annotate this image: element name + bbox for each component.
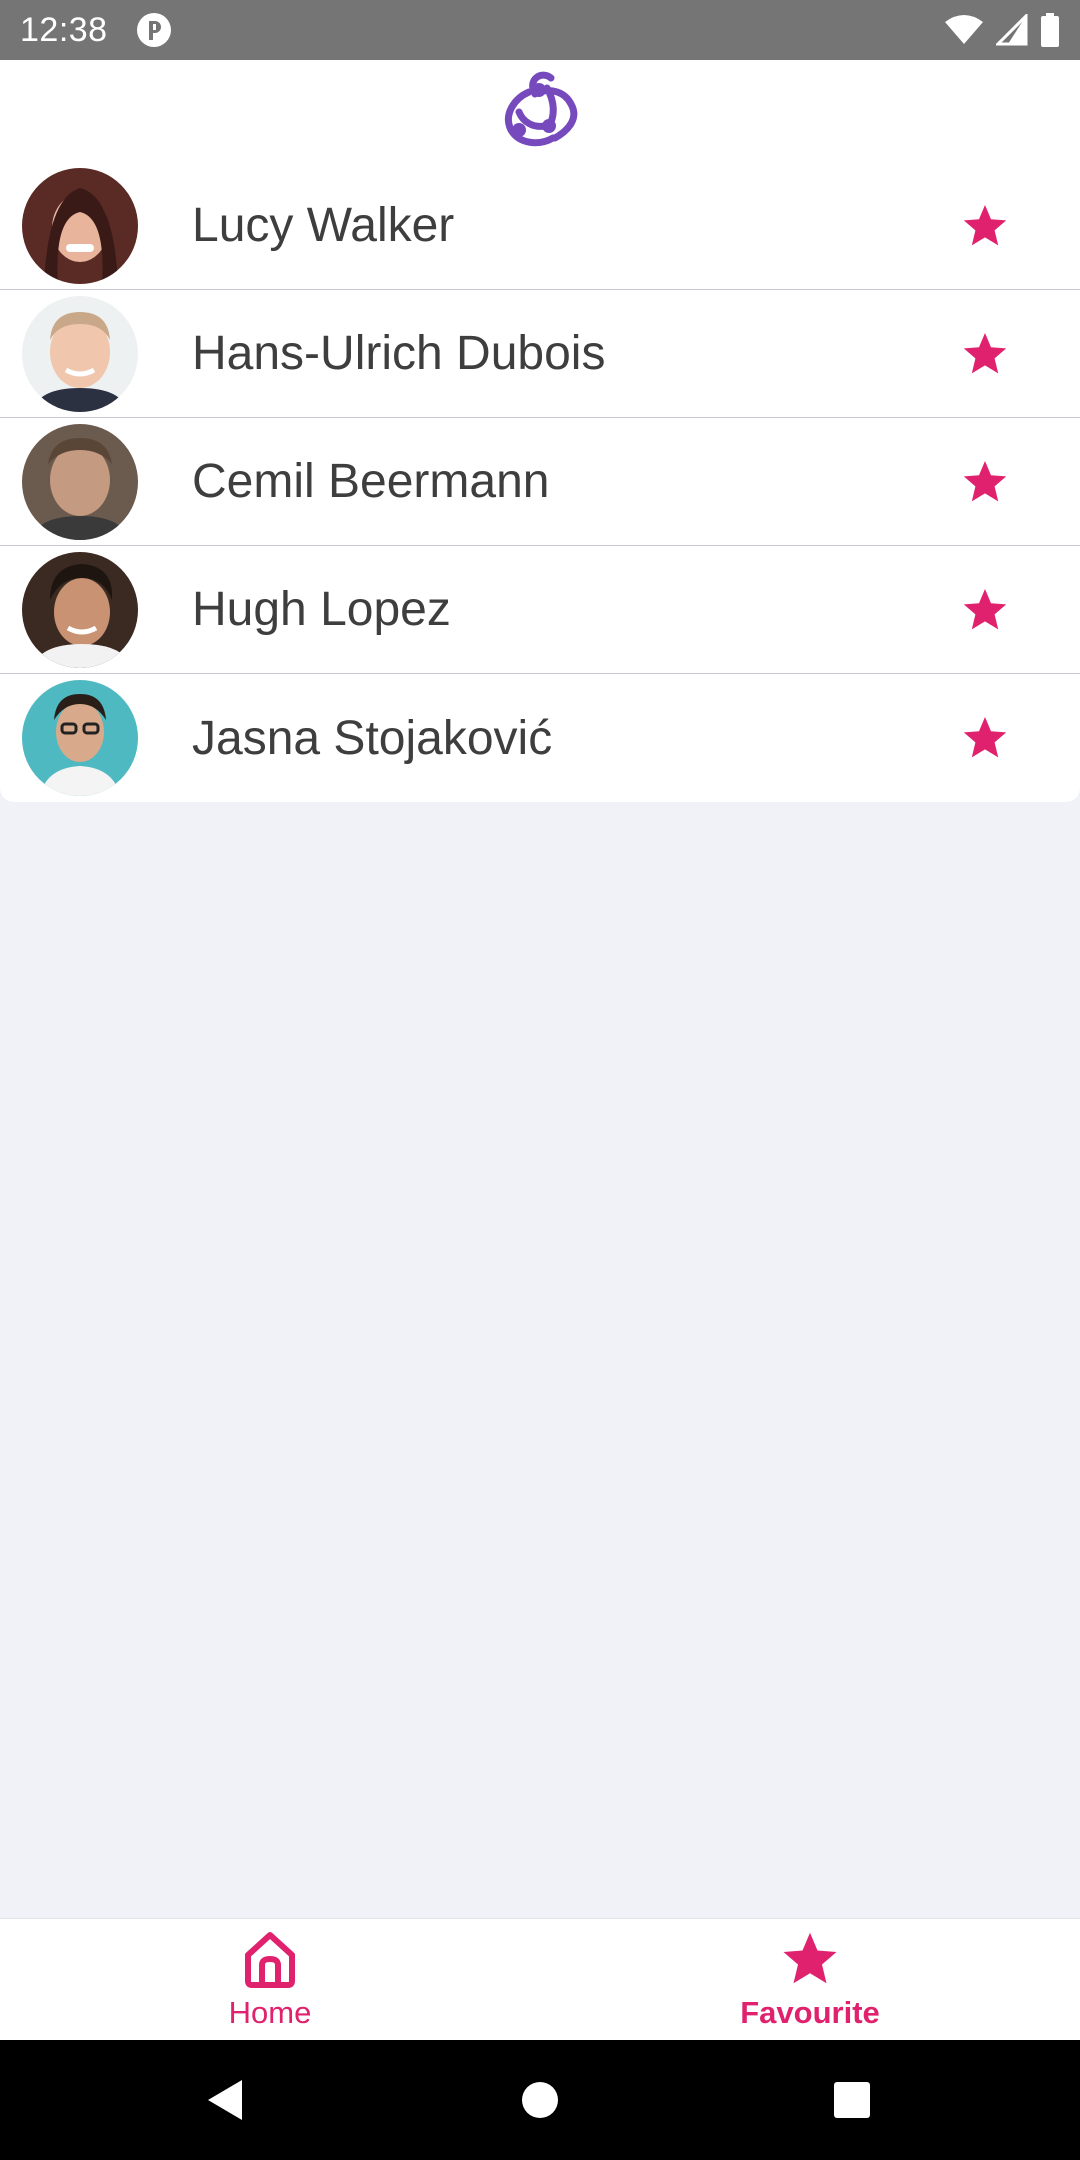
tab-home-label: Home: [228, 1995, 312, 2030]
star-icon[interactable]: [960, 202, 1010, 250]
avatar: [22, 423, 138, 540]
contact-row[interactable]: Hugh Lopez: [0, 546, 1080, 674]
contact-row[interactable]: Hans-Ulrich Dubois: [0, 290, 1080, 418]
contact-list: Lucy Walker Hans-Ulrich Dubois Cemil Bee…: [0, 162, 1080, 802]
avatar: [22, 680, 138, 796]
home-circle-icon[interactable]: [512, 2072, 568, 2128]
back-icon[interactable]: [198, 2072, 254, 2128]
avatar: [22, 551, 138, 668]
home-icon: [245, 1932, 295, 1988]
app-notification-icon: [136, 13, 171, 47]
contact-name: Lucy Walker: [192, 199, 455, 252]
tab-favourite-label: Favourite: [740, 1995, 880, 2030]
contact-row[interactable]: Jasna Stojaković: [0, 674, 1080, 802]
tab-favourite[interactable]: Favourite: [540, 1919, 1080, 2040]
cell-signal-icon: [996, 14, 1028, 46]
tab-home[interactable]: Home: [0, 1919, 540, 2040]
avatar: [22, 295, 138, 412]
contact-row[interactable]: Cemil Beermann: [0, 418, 1080, 546]
contact-name: Cemil Beermann: [192, 455, 550, 508]
contact-name: Hans-Ulrich Dubois: [192, 327, 606, 380]
recents-icon[interactable]: [824, 2072, 880, 2128]
status-icons: [944, 13, 1060, 47]
star-icon[interactable]: [960, 714, 1010, 762]
wifi-icon: [945, 15, 983, 44]
contact-name: Hugh Lopez: [192, 583, 451, 636]
star-icon[interactable]: [960, 586, 1010, 634]
bottom-nav: Home Favourite: [0, 1918, 1080, 2040]
avatar: [22, 167, 138, 284]
star-icon[interactable]: [960, 458, 1010, 506]
app-header: [0, 60, 1080, 162]
star-icon: [783, 1932, 837, 1984]
contact-name: Jasna Stojaković: [192, 711, 553, 765]
status-time: 12:38: [20, 10, 108, 49]
redux-logo-icon: [504, 71, 578, 147]
battery-icon: [1041, 13, 1059, 47]
contact-row[interactable]: Lucy Walker: [0, 162, 1080, 290]
status-bar: 12:38: [0, 0, 1080, 60]
system-nav-bar: [0, 2040, 1080, 2160]
star-icon[interactable]: [960, 330, 1010, 378]
